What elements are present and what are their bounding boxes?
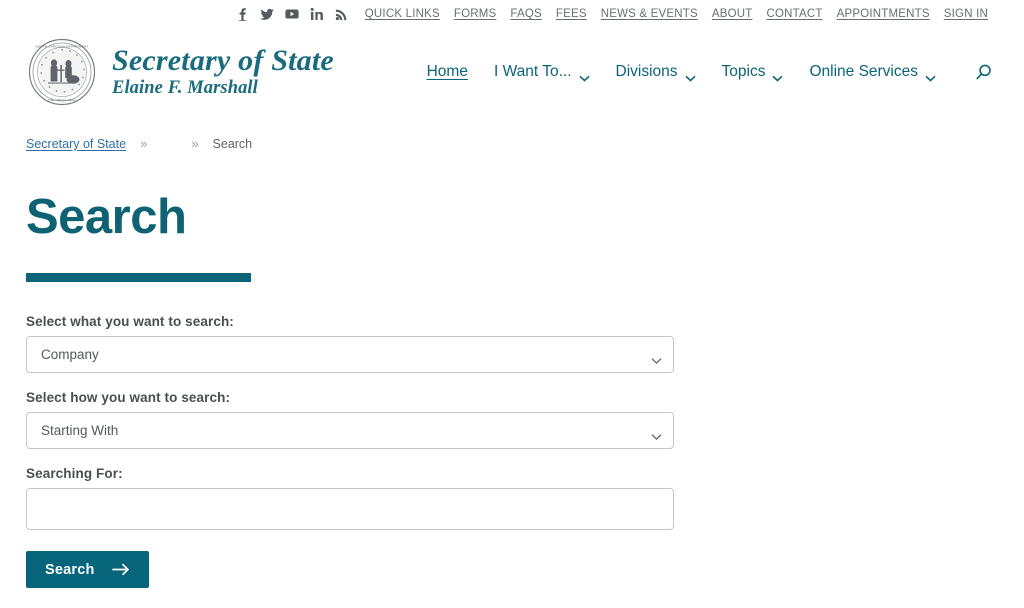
field-what-to-search: Select what you want to search: Company xyxy=(26,314,998,373)
breadcrumb: Secretary of State » » Search xyxy=(0,114,1024,151)
field-searching-for: Searching For: xyxy=(26,466,998,530)
what-to-search-label: Select what you want to search: xyxy=(26,314,234,329)
search-form: Select what you want to search: Company … xyxy=(26,314,998,588)
social-links xyxy=(235,7,349,21)
field-how-to-search: Select how you want to search: Starting … xyxy=(26,390,998,449)
search-submit-button[interactable]: Search xyxy=(26,551,149,588)
youtube-icon[interactable] xyxy=(285,7,299,21)
how-to-search-label: Select how you want to search: xyxy=(26,390,231,405)
search-submit-label: Search xyxy=(45,561,95,578)
nav-item-divisions-label: Divisions xyxy=(615,63,678,80)
main-navigation: Home I Want To... Divisions Topics Onlin… xyxy=(427,59,1000,85)
how-to-search-select[interactable]: Starting With xyxy=(26,412,674,449)
chevron-down-icon xyxy=(772,69,783,82)
utility-link-forms[interactable]: FORMS xyxy=(454,8,497,20)
linkedin-icon[interactable] xyxy=(310,7,324,21)
breadcrumb-item-current: Search xyxy=(212,136,253,151)
utility-link-quick-links[interactable]: QUICK LINKS xyxy=(365,8,440,20)
searching-for-input[interactable] xyxy=(26,488,674,530)
what-to-search-select[interactable]: Company xyxy=(26,336,674,373)
chevron-down-icon xyxy=(925,69,936,82)
utility-link-sign-in[interactable]: SIGN IN xyxy=(944,8,988,20)
breadcrumb-item-home[interactable]: Secretary of State xyxy=(26,137,126,151)
breadcrumb-separator: » xyxy=(191,136,199,151)
nav-item-online-services-label: Online Services xyxy=(809,63,918,80)
nav-item-i-want-to[interactable]: I Want To... xyxy=(493,63,590,82)
title-underline-rule xyxy=(26,273,251,282)
nav-item-home[interactable]: Home xyxy=(427,63,468,81)
utility-link-contact[interactable]: CONTACT xyxy=(767,8,823,20)
nav-item-topics-label: Topics xyxy=(721,63,766,80)
facebook-icon[interactable] xyxy=(235,7,249,21)
what-to-search-select-wrap: Company xyxy=(26,336,674,373)
chevron-down-icon xyxy=(684,69,696,82)
breadcrumb-separator: » xyxy=(140,136,148,151)
site-logo[interactable]: NORTH CAROLINA DEPARTMENT THE GREAT SEAL… xyxy=(28,38,334,106)
arrow-right-icon xyxy=(111,563,130,576)
nav-item-i-want-to-label: I Want To... xyxy=(493,63,572,80)
nav-item-topics[interactable]: Topics xyxy=(721,63,784,82)
nav-item-home-label: Home xyxy=(426,63,468,80)
search-icon[interactable] xyxy=(970,59,996,85)
svg-text:THE GREAT SEAL: THE GREAT SEAL xyxy=(48,98,76,102)
brand-title: Secretary of State xyxy=(112,44,334,78)
masthead: NORTH CAROLINA DEPARTMENT THE GREAT SEAL… xyxy=(0,28,1024,114)
utility-link-fees[interactable]: FEES xyxy=(556,8,587,20)
utility-link-faqs[interactable]: FAQS xyxy=(510,8,541,20)
page-content: Search Select what you want to search: C… xyxy=(0,193,1024,588)
state-seal-icon: NORTH CAROLINA DEPARTMENT THE GREAT SEAL xyxy=(28,38,96,106)
rss-icon[interactable] xyxy=(335,7,349,21)
utility-link-news-events[interactable]: NEWS & EVENTS xyxy=(601,8,698,20)
utility-link-appointments[interactable]: APPOINTMENTS xyxy=(837,8,930,20)
searching-for-label: Searching For: xyxy=(26,466,123,481)
brand-text: Secretary of State Elaine F. Marshall xyxy=(112,46,334,98)
chevron-down-icon xyxy=(578,69,590,82)
utility-links: QUICK LINKS FORMS FAQS FEES NEWS & EVENT… xyxy=(365,8,988,20)
how-to-search-select-wrap: Starting With xyxy=(26,412,674,449)
twitter-icon[interactable] xyxy=(259,7,274,21)
page-title: Search xyxy=(26,190,187,244)
utility-link-about[interactable]: ABOUT xyxy=(712,8,753,20)
nav-item-divisions[interactable]: Divisions xyxy=(615,63,696,82)
nav-item-online-services[interactable]: Online Services xyxy=(809,63,936,82)
utility-bar: QUICK LINKS FORMS FAQS FEES NEWS & EVENT… xyxy=(0,0,1024,28)
svg-text:NORTH CAROLINA DEPARTMENT: NORTH CAROLINA DEPARTMENT xyxy=(35,45,88,49)
brand-subtitle: Elaine F. Marshall xyxy=(112,78,258,99)
